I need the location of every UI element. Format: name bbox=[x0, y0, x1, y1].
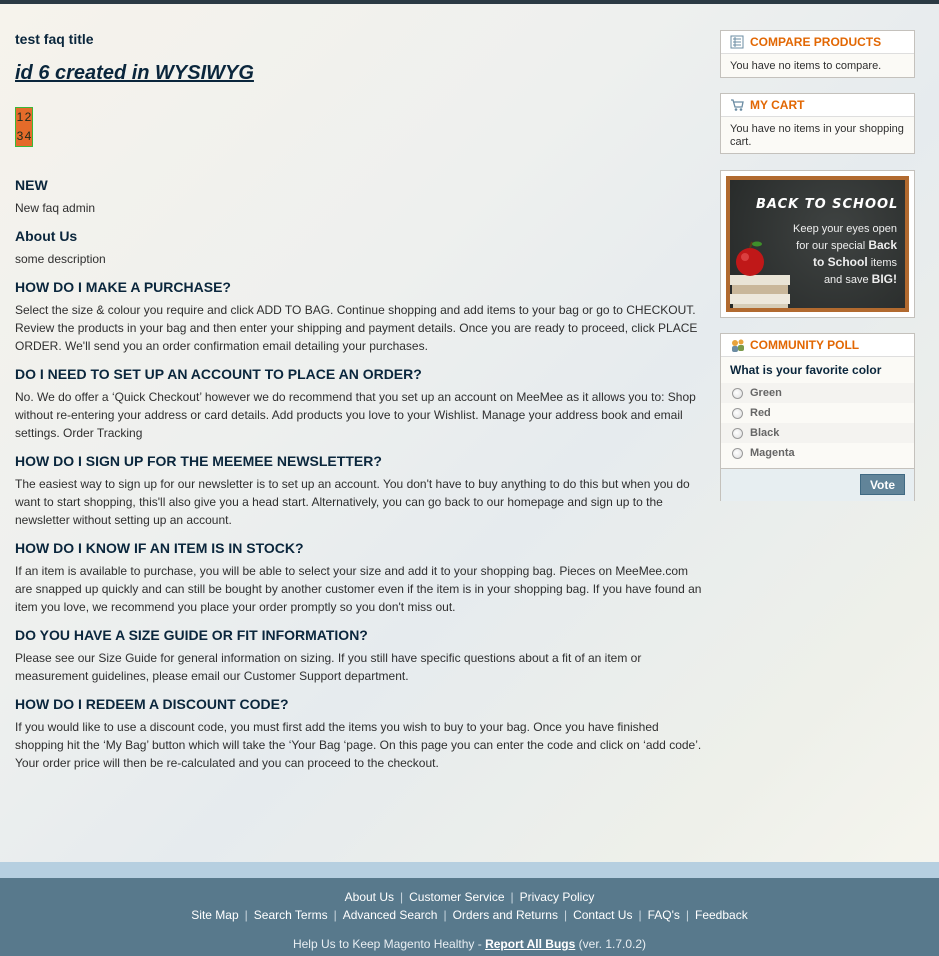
footer-link-advanced-search[interactable]: Advanced Search bbox=[343, 906, 438, 924]
footer-help: Help Us to Keep Magento Healthy - Report… bbox=[0, 937, 939, 951]
compare-empty-text: You have no items to compare. bbox=[730, 60, 882, 72]
footer-link-privacy-policy[interactable]: Privacy Policy bbox=[520, 888, 595, 906]
community-poll-title: COMMUNITY POLL bbox=[750, 338, 860, 352]
grid-row: 3 4 bbox=[16, 127, 32, 146]
report-bugs-link[interactable]: Report All Bugs bbox=[485, 937, 575, 951]
footer-link-faqs[interactable]: FAQ's bbox=[648, 906, 680, 924]
poll-option-label: Green bbox=[750, 387, 782, 399]
grid-cell: 2 bbox=[24, 110, 32, 124]
footer: About Us | Customer Service | Privacy Poli… bbox=[0, 878, 939, 956]
footer-link-contact-us[interactable]: Contact Us bbox=[573, 906, 632, 924]
poll-option-label: Red bbox=[750, 407, 771, 419]
my-cart-title: MY CART bbox=[750, 98, 805, 112]
faq-heading-new: NEW bbox=[15, 177, 48, 193]
faq-heading-size: DO YOU HAVE A SIZE GUIDE OR FIT INFORMAT… bbox=[15, 627, 368, 643]
chalkboard-frame: BACK TO SCHOOL Keep your eyes open for o… bbox=[726, 176, 909, 312]
footer-link-search-terms[interactable]: Search Terms bbox=[254, 906, 328, 924]
compare-icon bbox=[730, 35, 744, 49]
grid-cell: 3 bbox=[16, 129, 24, 143]
chalkboard: BACK TO SCHOOL Keep your eyes open for o… bbox=[730, 180, 905, 308]
banner-line-2-text: for our special bbox=[796, 240, 866, 252]
poll-option-black[interactable]: Black bbox=[721, 423, 914, 443]
radio-button[interactable] bbox=[732, 447, 743, 459]
poll-option-green[interactable]: Green bbox=[721, 383, 914, 403]
banner-line-3-bold: to School bbox=[812, 255, 868, 269]
community-poll-header: COMMUNITY POLL bbox=[721, 334, 914, 357]
separator: | bbox=[400, 890, 404, 904]
banner-line-2-bold: Back bbox=[868, 238, 897, 252]
footer-link-feedback[interactable]: Feedback bbox=[695, 906, 748, 924]
separator: | bbox=[638, 908, 642, 922]
faq-content: test faq title id 6 created in WYSIWYG 1… bbox=[15, 31, 705, 772]
footer-links-row-2: Site Map | Search Terms | Advanced Search |… bbox=[0, 906, 939, 924]
separator: | bbox=[443, 908, 447, 922]
compare-products-block: COMPARE PRODUCTS You have no items to co… bbox=[720, 30, 915, 78]
radio-button[interactable] bbox=[732, 407, 743, 419]
faq-heading-account: DO I NEED TO SET UP AN ACCOUNT TO PLACE … bbox=[15, 366, 422, 382]
banner-heading: BACK TO SCHOOL bbox=[756, 197, 899, 212]
grid-cell: 4 bbox=[24, 129, 32, 143]
help-prefix: Help Us to Keep Magento Healthy - bbox=[292, 937, 486, 951]
grid-cell: 1 bbox=[16, 110, 24, 124]
radio-button[interactable] bbox=[732, 387, 743, 399]
faq-answer-newsletter: The easiest way to sign up for our newsl… bbox=[15, 477, 690, 527]
poll-option-label: Magenta bbox=[750, 447, 795, 459]
faq-answer-new: New faq admin bbox=[15, 201, 96, 215]
faq-title: test faq title bbox=[15, 31, 94, 47]
faq-heading-newsletter: HOW DO I SIGN UP FOR THE MEEMEE NEWSLETT… bbox=[15, 453, 382, 469]
faq-heading-discount: HOW DO I REDEEM A DISCOUNT CODE? bbox=[15, 696, 289, 712]
faq-answer-stock: If an item is available to purchase, you… bbox=[15, 564, 702, 614]
footer-link-site-map[interactable]: Site Map bbox=[191, 906, 238, 924]
my-cart-block: MY CART You have no items in your shoppi… bbox=[720, 93, 915, 154]
faq-answer-size: Please see our Size Guide for general in… bbox=[15, 651, 642, 683]
compare-products-header: COMPARE PRODUCTS bbox=[721, 31, 914, 54]
poll-icon bbox=[730, 338, 744, 352]
separator: | bbox=[510, 890, 514, 904]
poll-option-label: Black bbox=[750, 427, 780, 439]
faq-answer-discount: If you would like to use a discount code… bbox=[15, 720, 702, 770]
vote-button[interactable]: Vote bbox=[860, 474, 905, 495]
separator: | bbox=[685, 908, 689, 922]
faq-heading-stock: HOW DO I KNOW IF AN ITEM IS IN STOCK? bbox=[15, 540, 304, 556]
footer-strip bbox=[0, 862, 939, 878]
poll-actions: Vote bbox=[721, 468, 914, 501]
poll-option-magenta[interactable]: Magenta bbox=[721, 443, 914, 463]
faq-answer-about: some description bbox=[15, 252, 106, 266]
cart-icon bbox=[730, 98, 744, 112]
back-to-school-banner[interactable]: BACK TO SCHOOL Keep your eyes open for o… bbox=[720, 170, 915, 318]
poll-question: What is your favorite color bbox=[730, 363, 882, 377]
faq-heading-purchase: HOW DO I MAKE A PURCHASE? bbox=[15, 279, 231, 295]
separator: | bbox=[244, 908, 248, 922]
footer-links-row-1: About Us | Customer Service | Privacy Poli… bbox=[0, 888, 939, 906]
my-cart-header: MY CART bbox=[721, 94, 914, 117]
community-poll-block: COMMUNITY POLL What is your favorite col… bbox=[720, 333, 915, 501]
cart-empty-text: You have no items in your shopping cart. bbox=[730, 123, 904, 148]
top-bar bbox=[0, 0, 939, 4]
footer-link-about-us[interactable]: About Us bbox=[345, 888, 394, 906]
separator: | bbox=[333, 908, 337, 922]
faq-heading-about: About Us bbox=[15, 228, 78, 244]
banner-line-4-bold: BIG! bbox=[871, 272, 897, 286]
compare-products-title: COMPARE PRODUCTS bbox=[750, 35, 882, 49]
poll-option-red[interactable]: Red bbox=[721, 403, 914, 423]
wysiwyg-heading: id 6 created in WYSIWYG bbox=[15, 62, 254, 84]
apple-books-icon bbox=[730, 241, 790, 308]
banner-line-4-text: and save bbox=[823, 274, 869, 286]
number-grid: 1 2 3 4 bbox=[15, 107, 33, 147]
separator: | bbox=[563, 908, 568, 922]
version-text: (ver. 1.7.0.2) bbox=[575, 937, 647, 951]
grid-row: 1 2 bbox=[16, 108, 32, 127]
footer-link-orders-returns[interactable]: Orders and Returns bbox=[453, 906, 558, 924]
banner-line-3-text: items bbox=[870, 257, 897, 269]
faq-answer-purchase: Select the size & colour you require and… bbox=[15, 303, 698, 353]
radio-button[interactable] bbox=[732, 427, 743, 439]
faq-answer-account: No. We do offer a ‘Quick Checkout’ howev… bbox=[15, 390, 696, 440]
footer-link-customer-service[interactable]: Customer Service bbox=[409, 888, 504, 906]
